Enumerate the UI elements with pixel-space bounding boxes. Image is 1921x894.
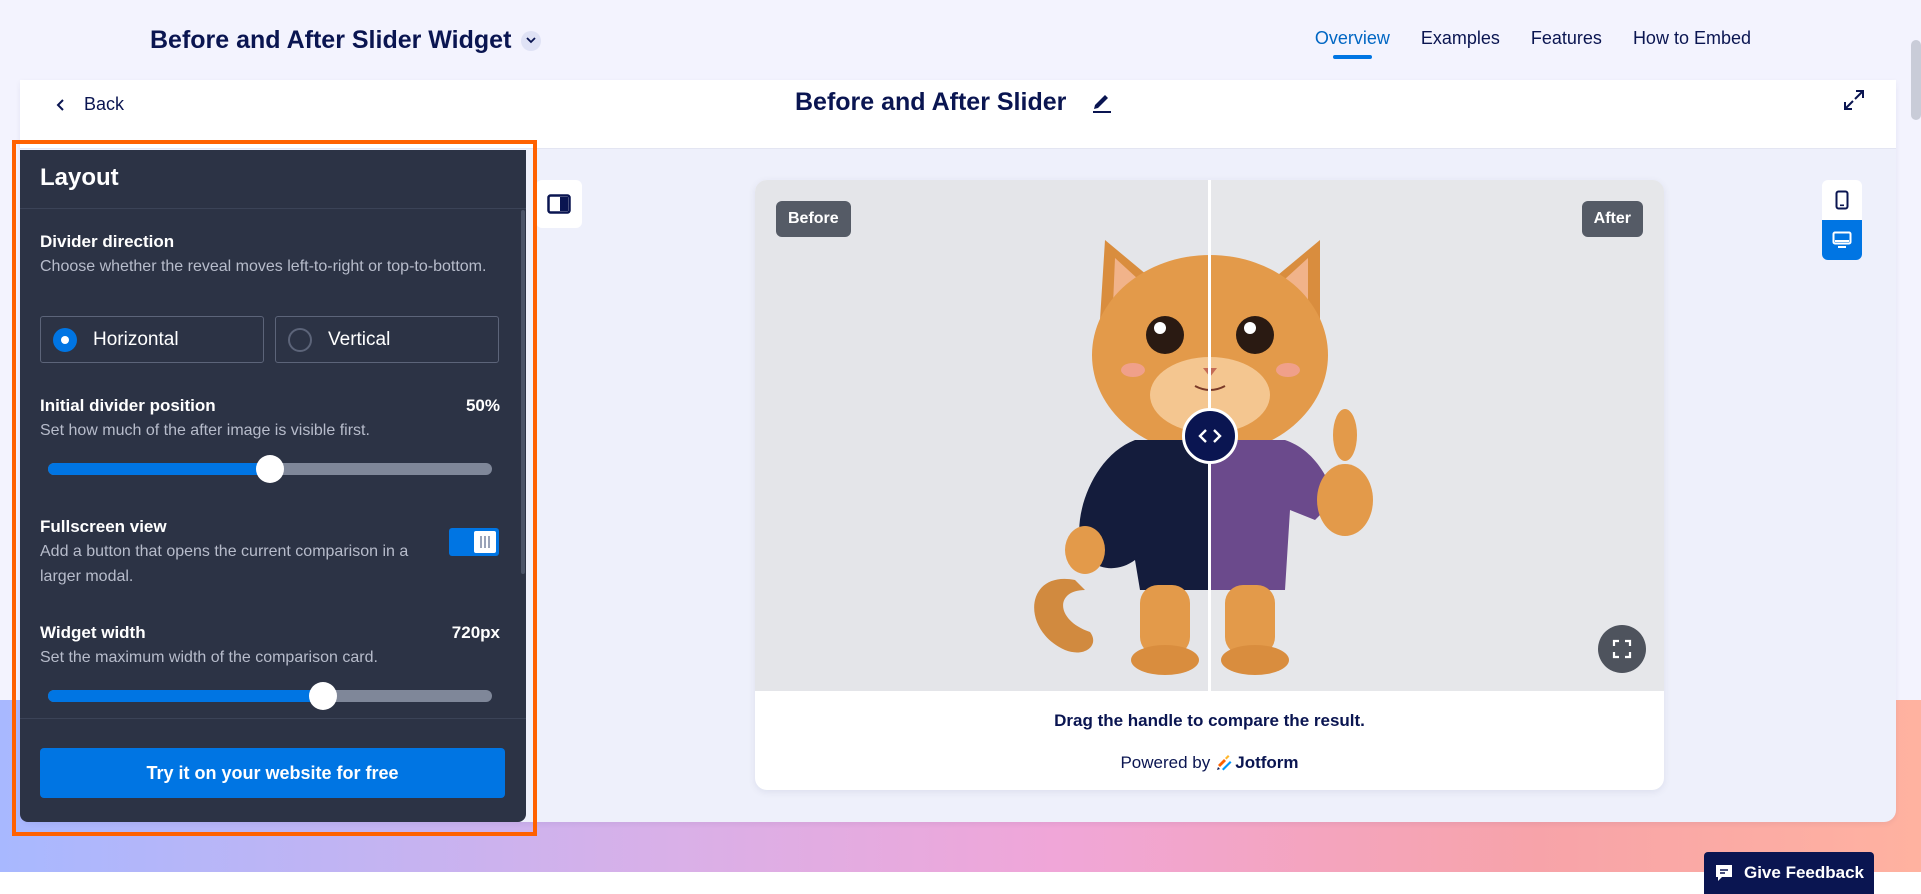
back-button[interactable]: Back — [56, 94, 124, 115]
fullscreen-button[interactable] — [1598, 625, 1646, 673]
app-title-text: Before and After Slider Widget — [150, 26, 512, 54]
nav-examples[interactable]: Examples — [1421, 28, 1500, 59]
back-label: Back — [84, 94, 125, 114]
jotform-logo-icon — [1217, 755, 1232, 771]
panel-toggle-button[interactable] — [536, 180, 582, 228]
chevron-left-icon — [56, 98, 64, 111]
slider-knob[interactable] — [309, 682, 338, 710]
brand-name: Jotform — [1235, 753, 1299, 772]
mobile-view-button[interactable] — [1822, 180, 1862, 220]
powered-by[interactable]: Powered by Jotform — [755, 753, 1664, 773]
expand-icon[interactable] — [1842, 88, 1866, 117]
divider-direction-title: Divider direction — [40, 232, 175, 251]
after-label: After — [1581, 201, 1643, 237]
fullscreen-desc: Add a button that opens the current comp… — [40, 543, 409, 585]
fullscreen-title: Fullscreen view — [40, 517, 167, 536]
powered-by-text: Powered by — [1120, 753, 1211, 772]
give-feedback-button[interactable]: Give Feedback — [1704, 852, 1874, 894]
page-scrollbar[interactable] — [1911, 40, 1921, 120]
radio-unselected-icon — [288, 327, 312, 352]
divider-handle[interactable] — [1182, 408, 1238, 464]
radio-horizontal[interactable]: Horizontal — [40, 316, 264, 363]
desktop-view-button[interactable] — [1822, 220, 1862, 260]
fullscreen-icon — [1612, 639, 1632, 659]
comparison-caption: Drag the handle to compare the result. — [1054, 711, 1365, 730]
radio-selected-icon — [53, 327, 77, 352]
divider — [20, 718, 526, 719]
feedback-icon — [1715, 865, 1732, 881]
widget-width-value: 720px — [451, 623, 500, 642]
radio-vertical-label: Vertical — [328, 328, 391, 350]
top-navbar: Before and After Slider Widget Overview … — [0, 0, 1921, 80]
comparison-stage[interactable]: Before After — [755, 180, 1664, 691]
radio-horizontal-label: Horizontal — [93, 328, 179, 350]
panel-scrollbar[interactable] — [521, 210, 525, 574]
code-arrows-icon — [1198, 429, 1222, 443]
desktop-icon — [1832, 231, 1852, 248]
feedback-label: Give Feedback — [1743, 863, 1864, 882]
slider-knob[interactable] — [256, 455, 284, 483]
radio-vertical[interactable]: Vertical — [275, 316, 499, 363]
pencil-icon[interactable] — [1090, 91, 1114, 115]
panel-toggle-icon — [547, 194, 571, 214]
before-label: Before — [776, 201, 851, 237]
initial-position-slider[interactable] — [48, 455, 492, 483]
nav-overview[interactable]: Overview — [1315, 28, 1390, 59]
try-it-free-button[interactable]: Try it on your website for free — [40, 748, 505, 798]
widget-title: Before and After Slider — [795, 88, 1114, 117]
initial-position-value: 50% — [465, 396, 500, 415]
toggle-knob — [474, 531, 496, 553]
main-nav: Overview Examples Features How to Embed — [1315, 28, 1751, 59]
slider-fill — [48, 690, 324, 702]
app-title[interactable]: Before and After Slider Widget — [150, 26, 542, 55]
nav-features[interactable]: Features — [1531, 28, 1602, 59]
slider-fill — [48, 463, 270, 475]
panel-title: Layout — [40, 164, 119, 191]
mobile-icon — [1835, 190, 1849, 210]
comparison-widget: Before After Drag the handle to compare … — [755, 180, 1664, 790]
jotform-brand: Jotform — [1216, 753, 1299, 773]
page-footer-strip — [0, 872, 1921, 894]
divider — [20, 208, 526, 209]
layout-settings-panel: Layout Divider direction Choose whether … — [20, 150, 526, 822]
widget-width-title: Widget width — [40, 623, 146, 642]
initial-position-title: Initial divider position — [40, 396, 216, 415]
nav-how-to-embed[interactable]: How to Embed — [1633, 28, 1751, 59]
divider-direction-desc: Choose whether the reveal moves left-to-… — [40, 258, 487, 275]
widget-width-slider[interactable] — [48, 682, 492, 710]
widget-width-desc: Set the maximum width of the comparison … — [40, 649, 378, 666]
initial-position-desc: Set how much of the after image is visib… — [40, 422, 370, 439]
fullscreen-toggle[interactable] — [449, 528, 499, 556]
widget-title-text: Before and After Slider — [795, 88, 1067, 116]
editor-header: Back Before and After Slider — [20, 80, 1896, 149]
chevron-down-icon[interactable] — [521, 30, 542, 51]
